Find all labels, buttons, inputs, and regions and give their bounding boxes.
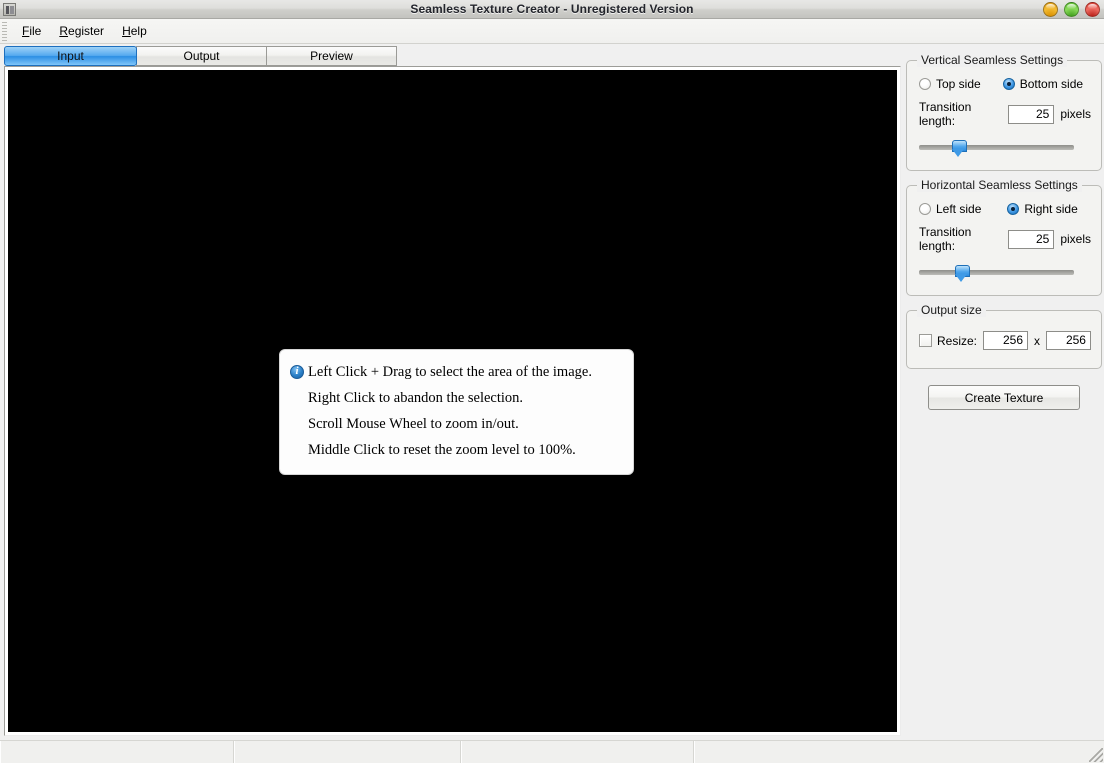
vertical-transition-unit: pixels — [1060, 107, 1091, 121]
settings-panel: Vertical Seamless Settings Top side Bott… — [906, 54, 1102, 410]
menu-item-help-label: elp — [130, 23, 147, 38]
instructions-tooltip: Left Click + Drag to select the area of … — [279, 349, 634, 475]
instruction-line: Middle Click to reset the zoom level to … — [290, 437, 619, 463]
instruction-line: Right Click to abandon the selection. — [290, 385, 619, 411]
instruction-text-3: Scroll Mouse Wheel to zoom in/out. — [308, 416, 519, 432]
radio-right-side-label: Right side — [1024, 202, 1078, 216]
menu-drag-grip[interactable] — [2, 21, 7, 41]
horizontal-transition-input[interactable]: 25 — [1008, 229, 1055, 249]
horizontal-seamless-group: Horizontal Seamless Settings Left side R… — [906, 179, 1102, 296]
resize-label: Resize: — [937, 333, 978, 348]
tab-bar: Input Output Preview — [4, 46, 397, 66]
horizontal-transition-slider[interactable] — [919, 265, 1074, 283]
horizontal-transition-label: Transition length: — [919, 225, 972, 253]
horizontal-transition-unit: pixels — [1060, 232, 1091, 246]
title-bar[interactable]: Seamless Texture Creator - Unregistered … — [0, 0, 1104, 19]
vertical-transition-input[interactable]: 25 — [1008, 104, 1055, 124]
output-size-separator: x — [1034, 333, 1040, 348]
menu-bar: File Register Help — [0, 19, 1104, 44]
status-cell-2 — [234, 741, 461, 763]
radio-left-side-indicator — [919, 203, 931, 215]
image-canvas-frame: Left Click + Drag to select the area of … — [4, 66, 901, 736]
horizontal-side-radio-row: Left side Right side — [919, 202, 1091, 216]
resize-grip[interactable] — [1089, 748, 1103, 762]
vertical-transition-label: Transition length: — [919, 100, 972, 128]
menu-item-file-label: ile — [29, 23, 42, 38]
radio-left-side[interactable]: Left side — [919, 202, 981, 216]
maximize-button[interactable] — [1064, 2, 1079, 17]
output-size-group: Output size Resize: 256 x 256 — [906, 304, 1102, 369]
output-size-row: Resize: 256 x 256 — [919, 331, 1091, 350]
create-texture-button[interactable]: Create Texture — [928, 385, 1080, 410]
radio-right-side-indicator — [1007, 203, 1020, 215]
vertical-seamless-title: Vertical Seamless Settings — [917, 54, 1068, 67]
radio-top-side-label: Top side — [936, 77, 981, 91]
resize-checkbox[interactable] — [919, 334, 932, 347]
vertical-transition-slider[interactable] — [919, 140, 1074, 158]
status-bar — [0, 740, 1104, 763]
window-title: Seamless Texture Creator - Unregistered … — [410, 2, 694, 16]
radio-left-side-label: Left side — [936, 202, 982, 216]
instruction-text-2: Right Click to abandon the selection. — [308, 390, 524, 406]
output-size-title: Output size — [917, 304, 986, 317]
tab-output[interactable]: Output — [136, 46, 267, 66]
window-controls — [1043, 2, 1100, 17]
vertical-slider-track — [919, 145, 1074, 150]
status-cell-3 — [461, 741, 694, 763]
instruction-text-4: Middle Click to reset the zoom level to … — [308, 442, 576, 458]
menu-item-register-label: egister — [68, 23, 105, 38]
radio-bottom-side[interactable]: Bottom side — [1002, 77, 1084, 91]
instruction-line: Scroll Mouse Wheel to zoom in/out. — [290, 411, 619, 437]
horizontal-slider-thumb[interactable] — [954, 265, 970, 282]
radio-right-side[interactable]: Right side — [1007, 202, 1078, 216]
close-button[interactable] — [1085, 2, 1100, 17]
menu-item-file[interactable]: File — [13, 22, 50, 41]
menu-item-register[interactable]: Register — [50, 22, 113, 41]
horizontal-transition-row: Transition length: 25 pixels — [919, 225, 1091, 253]
minimize-button[interactable] — [1043, 2, 1058, 17]
radio-top-side-indicator — [919, 78, 931, 90]
tab-input[interactable]: Input — [4, 46, 137, 66]
vertical-slider-thumb[interactable] — [951, 140, 967, 157]
horizontal-slider-track — [919, 270, 1074, 275]
info-icon — [290, 364, 304, 379]
tab-preview[interactable]: Preview — [266, 46, 397, 66]
vertical-transition-row: Transition length: 25 pixels — [919, 100, 1091, 128]
output-height-input[interactable]: 256 — [1046, 331, 1091, 350]
status-cell-4 — [694, 741, 1104, 763]
output-width-input[interactable]: 256 — [983, 331, 1028, 350]
instruction-text-1: Left Click + Drag to select the area of … — [308, 364, 592, 380]
radio-bottom-side-indicator — [1002, 78, 1015, 90]
vertical-seamless-group: Vertical Seamless Settings Top side Bott… — [906, 54, 1102, 171]
menu-item-help[interactable]: Help — [113, 22, 156, 41]
image-canvas[interactable]: Left Click + Drag to select the area of … — [8, 70, 897, 732]
status-cell-1 — [0, 741, 234, 763]
radio-bottom-side-label: Bottom side — [1019, 77, 1084, 91]
radio-top-side[interactable]: Top side — [919, 77, 981, 91]
vertical-side-radio-row: Top side Bottom side — [919, 77, 1091, 91]
horizontal-seamless-title: Horizontal Seamless Settings — [917, 179, 1082, 192]
instruction-line: Left Click + Drag to select the area of … — [290, 359, 619, 385]
